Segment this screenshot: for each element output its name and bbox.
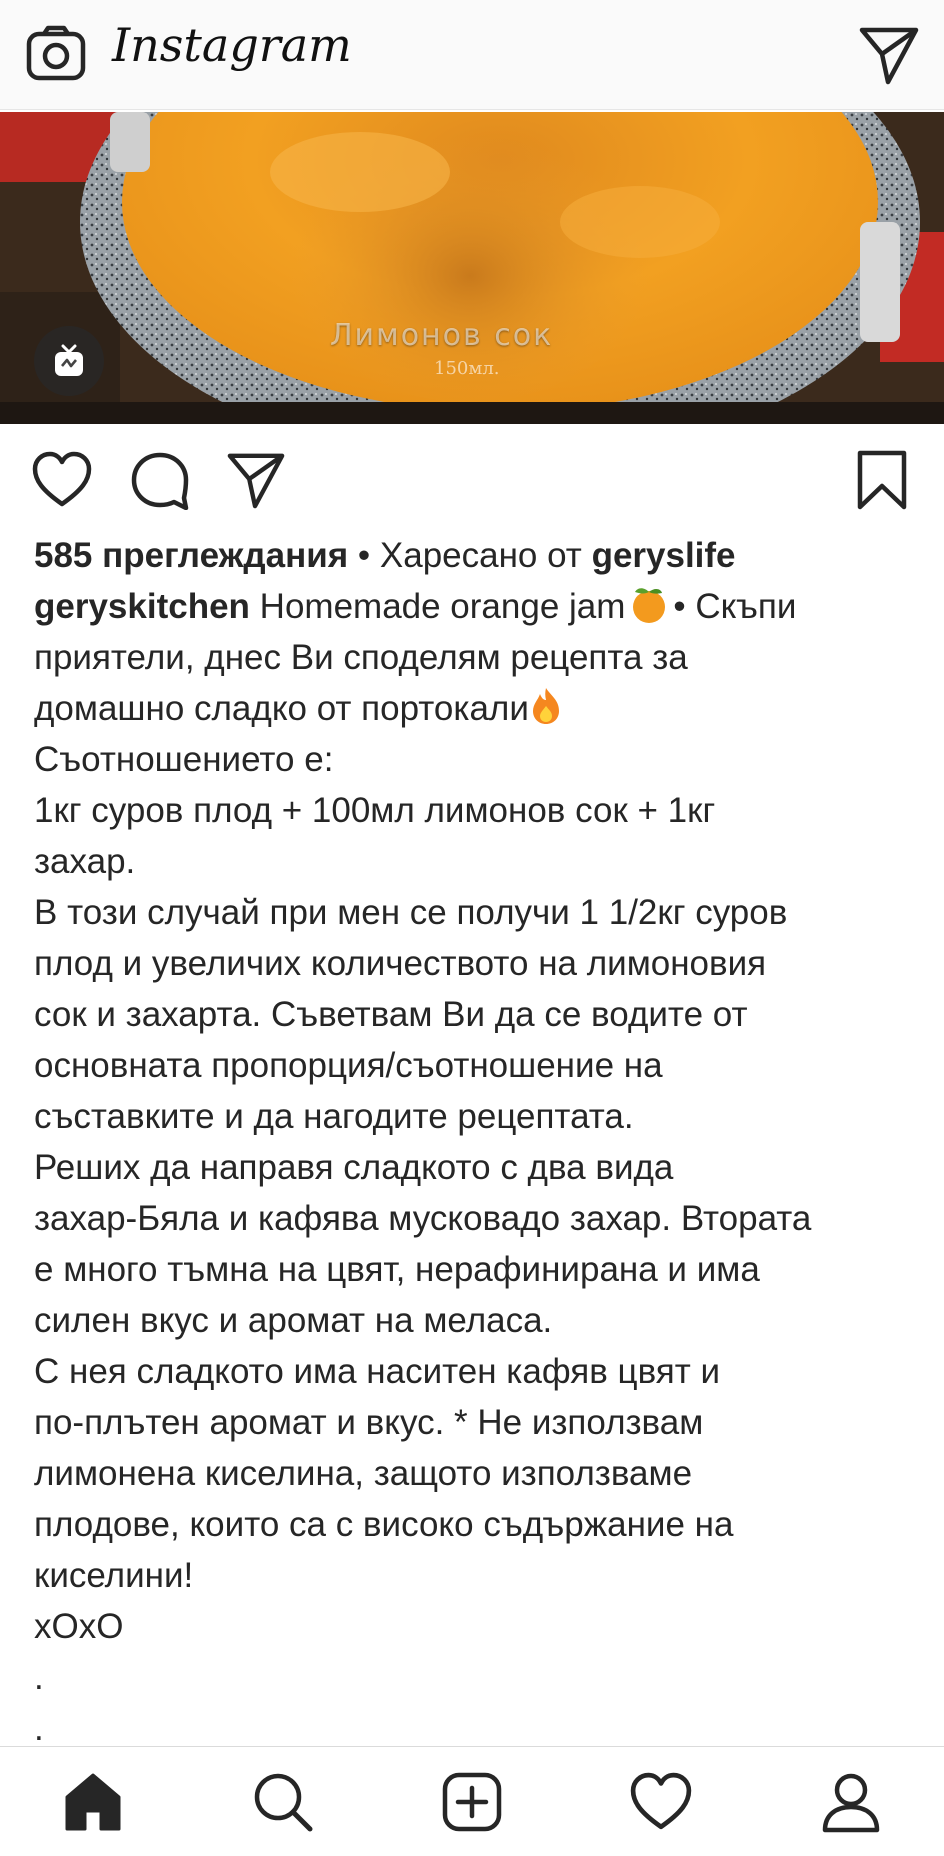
nav-activity[interactable] xyxy=(630,1771,692,1833)
bookmark-icon xyxy=(857,450,907,510)
post-caption: 585 преглеждания • Харесано от geryslife… xyxy=(34,530,914,1754)
caption-line: домашно сладко от портокали xyxy=(34,683,914,734)
caption-line: . xyxy=(34,1658,44,1697)
caption-title-suffix: • Скъпи xyxy=(673,587,797,626)
caption-line: киселини! xyxy=(34,1556,194,1595)
camera-icon xyxy=(26,25,86,81)
caption-line: xOxO xyxy=(34,1607,124,1646)
igtv-badge[interactable] xyxy=(34,326,104,396)
caption-line: основната пропорция/съотношение на xyxy=(34,1046,663,1085)
share-button[interactable] xyxy=(226,450,286,510)
search-icon xyxy=(254,1773,313,1832)
video-overlay-subtext: 150мл. xyxy=(434,358,500,379)
heart-icon xyxy=(32,451,92,507)
instagram-logo: Instagram xyxy=(112,18,352,72)
caption-line: захар-Бяла и кафява мусковадо захар. Вто… xyxy=(34,1199,812,1238)
activity-heart-icon xyxy=(630,1772,692,1830)
caption-title: Homemade orange jam xyxy=(259,587,626,626)
home-icon xyxy=(65,1773,121,1831)
post-actions xyxy=(0,440,944,520)
caption-line: плодове, които са с високо съдържание на xyxy=(34,1505,734,1544)
nav-search[interactable] xyxy=(252,1771,314,1833)
orange-emoji-icon xyxy=(633,588,666,623)
nav-new-post[interactable] xyxy=(441,1771,503,1833)
bottom-navigation xyxy=(0,1746,944,1856)
caption-line: е много тъмна на цвят, нерафинирана и им… xyxy=(34,1250,760,1289)
views-liked-line: 585 преглеждания • Харесано от geryslife xyxy=(34,530,914,581)
caption-line: сок и захарта. Съветвам Ви да се водите … xyxy=(34,995,748,1034)
caption-line: лимонена киселина, защото използваме xyxy=(34,1454,693,1493)
caption-first-line: geryskitchen Homemade orange jam • Скъпи xyxy=(34,581,914,632)
caption-line: приятели, днес Ви споделям рецепта за xyxy=(34,638,688,677)
paper-plane-icon xyxy=(859,27,919,85)
caption-line: по-плътен аромат и вкус. * Не използвам xyxy=(34,1403,704,1442)
direct-messages-button[interactable] xyxy=(858,24,920,86)
camera-button[interactable] xyxy=(26,24,86,84)
caption-line: В този случай при мен се получи 1 1/2кг … xyxy=(34,893,788,932)
liked-by-user[interactable]: geryslife xyxy=(592,536,736,575)
fire-emoji-icon xyxy=(532,688,559,724)
comment-icon xyxy=(131,452,189,510)
caption-line: съставките и да нагодите рецептата. xyxy=(34,1097,634,1136)
caption-line: Реших да направя сладкото с два вида xyxy=(34,1148,674,1187)
post-username[interactable]: geryskitchen xyxy=(34,587,250,626)
nav-home[interactable] xyxy=(62,1771,124,1833)
igtv-icon xyxy=(55,344,83,376)
like-button[interactable] xyxy=(32,450,92,510)
views-count[interactable]: 585 преглеждания xyxy=(34,536,348,575)
liked-by-prefix: • Харесано от xyxy=(357,536,592,575)
caption-line: силен вкус и аромат на меласа. xyxy=(34,1301,553,1340)
caption-line: Съотношението е: xyxy=(34,740,334,779)
profile-icon xyxy=(822,1773,880,1833)
caption-line: плод и увеличих количеството на лимонови… xyxy=(34,944,767,983)
comment-button[interactable] xyxy=(130,450,190,510)
nav-profile[interactable] xyxy=(820,1771,882,1833)
add-post-icon xyxy=(442,1772,502,1832)
video-overlay-text: Лимонов сок xyxy=(330,318,554,353)
caption-line: захар. xyxy=(34,842,136,881)
top-bar: Instagram xyxy=(0,0,944,110)
caption-line: С нея сладкото има наситен кафяв цвят и xyxy=(34,1352,721,1391)
caption-line: 1кг суров плод + 100мл лимонов сок + 1кг xyxy=(34,791,716,830)
save-button[interactable] xyxy=(852,450,912,510)
post-video[interactable]: Лимонов сок 150мл. xyxy=(0,112,944,424)
paper-plane-icon xyxy=(227,453,285,509)
